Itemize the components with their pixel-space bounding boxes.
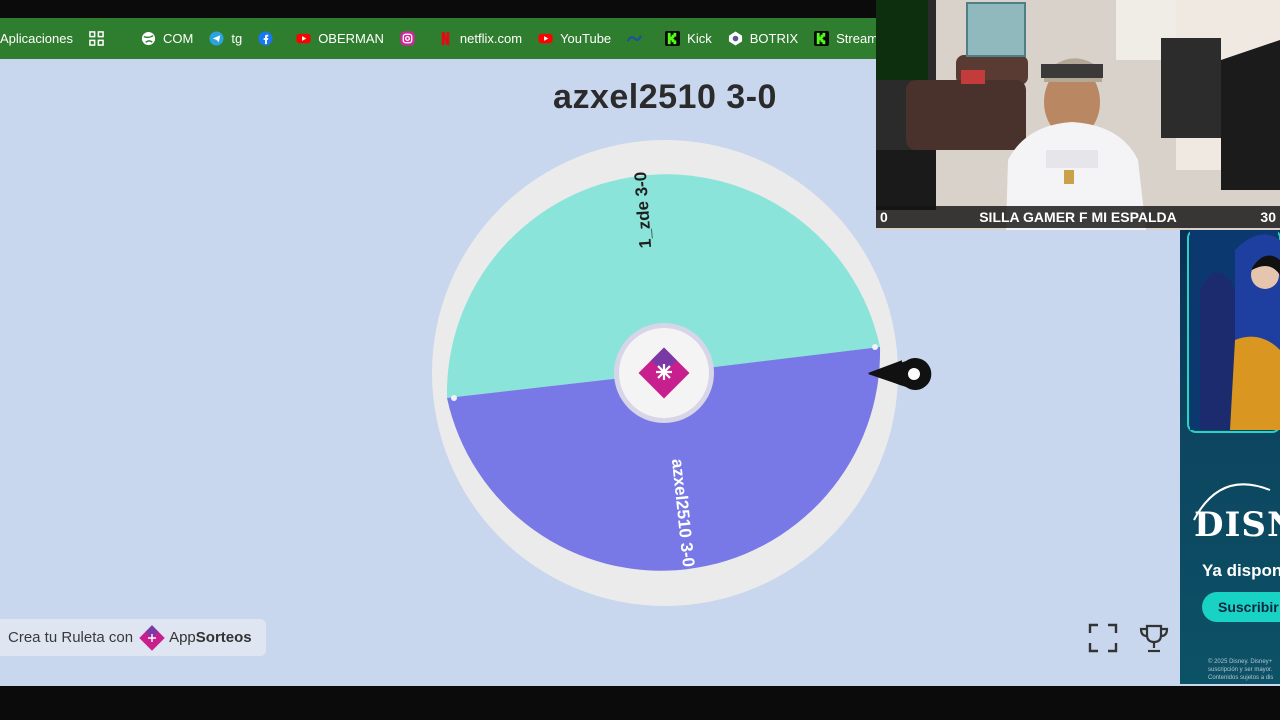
webcam-overlay: 0 SILLA GAMER F MI ESPALDA 30: [876, 0, 1280, 230]
kick-icon: [665, 31, 681, 46]
bookmark-instagram[interactable]: [400, 31, 422, 46]
trophy-icon[interactable]: [1138, 622, 1170, 654]
pointer-icon: [868, 358, 932, 390]
ad-cta-button[interactable]: Suscribir: [1202, 592, 1280, 622]
bookmark-apps-grid[interactable]: [89, 31, 111, 46]
ad-brand-logo: DISNEY: [1194, 505, 1280, 545]
webcam-video: [876, 0, 1280, 230]
caption-text: SILLA GAMER F MI ESPALDA: [979, 209, 1177, 225]
netflix-icon: [441, 31, 450, 46]
bookmark-label: tg: [231, 31, 243, 46]
bookmark-label: netflix.com: [459, 31, 523, 46]
apps-grid-icon: [89, 31, 104, 46]
bookmark-label: Kick: [687, 31, 712, 46]
prize-wheel[interactable]: 1_zde 3-0 azxel2510 3-0: [432, 140, 902, 610]
bookmark-fifa[interactable]: [627, 31, 649, 46]
bookmark-botrix[interactable]: BOTRIX: [728, 31, 798, 46]
create-roulette-link[interactable]: Crea tu Ruleta con AppSorteos: [0, 619, 266, 656]
ad-headline: Ya dispon: [1202, 561, 1280, 580]
disney-ad-banner[interactable]: DISNEY Ya dispon Suscribir © 2025 Disney…: [1180, 230, 1280, 684]
bookmark-tg[interactable]: tg: [209, 31, 242, 46]
caption-right-count: 30: [1260, 209, 1276, 225]
globe-icon: [141, 31, 156, 46]
bookmark-com[interactable]: COM: [141, 31, 193, 46]
bookmark-apps[interactable]: Aplicaciones: [0, 31, 73, 46]
facebook-icon: [258, 31, 273, 46]
bookmarks-bar: Aplicaciones COM tg OBERMAN netflix.com …: [0, 18, 876, 59]
bookmark-label: BOTRIX: [749, 31, 799, 46]
segment-divider-dot: [872, 344, 878, 350]
bookmark-youtube[interactable]: YouTube: [538, 31, 611, 46]
bookmark-label: Stream - Kick: [836, 31, 876, 46]
youtube-icon: [538, 33, 553, 44]
bookmark-facebook[interactable]: [258, 31, 280, 46]
kick-icon: [814, 31, 830, 46]
wheel-title: azxel2510 3-0: [553, 78, 777, 116]
bookmark-oberman[interactable]: OBERMAN: [296, 31, 384, 46]
bookmark-label: YouTube: [560, 31, 612, 46]
brand-bold: Sorteos: [195, 629, 252, 646]
bookmark-stream-kick[interactable]: Stream - Kick: [814, 31, 876, 46]
fifa-icon: [627, 35, 643, 42]
instagram-icon: [400, 31, 415, 46]
youtube-icon: [296, 33, 311, 44]
appsorteos-logo-icon: [139, 624, 165, 651]
segment-divider-dot: [451, 395, 457, 401]
bookmark-netflix[interactable]: netflix.com: [438, 31, 522, 46]
telegram-icon: [209, 31, 224, 46]
fullscreen-icon[interactable]: [1087, 622, 1119, 654]
footer-brand-name: AppSorteos: [169, 629, 252, 646]
bookmark-label: OBERMAN: [318, 31, 384, 46]
bookmark-label: Aplicaciones: [0, 31, 73, 46]
bookmark-kick[interactable]: Kick: [665, 31, 712, 46]
webcam-caption-bar: 0 SILLA GAMER F MI ESPALDA 30: [876, 206, 1280, 228]
botrix-icon: [728, 31, 742, 46]
ad-legal: © 2025 Disney. Disney+ suscripción y ser…: [1208, 659, 1274, 681]
footer-prefix: Crea tu Ruleta con: [8, 629, 134, 646]
brand-light: App: [169, 629, 196, 646]
bookmark-label: COM: [163, 31, 194, 46]
bottom-black-strip: [0, 686, 1280, 720]
